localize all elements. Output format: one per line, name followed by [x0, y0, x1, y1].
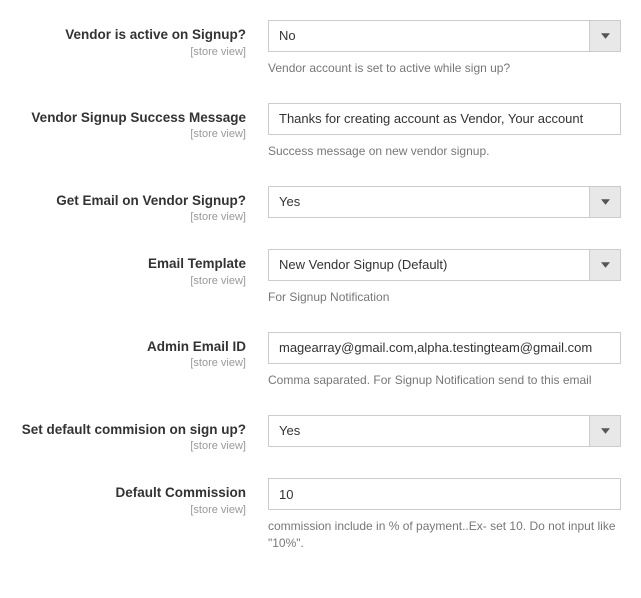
input-col: Yes: [268, 186, 621, 218]
field-get-email: Get Email on Vendor Signup? [store view]…: [20, 186, 621, 224]
chevron-down-icon: [589, 186, 621, 218]
label-col: Set default commision on sign up? [store…: [20, 415, 268, 453]
scope-label: [store view]: [20, 440, 246, 452]
help-text: commission include in % of payment..Ex- …: [268, 518, 621, 552]
select-value: Yes: [268, 415, 621, 447]
scope-label: [store view]: [20, 275, 246, 287]
input-col: Comma saparated. For Signup Notification…: [268, 332, 621, 389]
scope-label: [store view]: [20, 504, 246, 516]
help-text: Comma saparated. For Signup Notification…: [268, 372, 621, 389]
input-col: New Vendor Signup (Default) For Signup N…: [268, 249, 621, 306]
label-col: Vendor Signup Success Message [store vie…: [20, 103, 268, 141]
get-email-select[interactable]: Yes: [268, 186, 621, 218]
field-label: Vendor Signup Success Message: [20, 109, 246, 127]
select-value: No: [268, 20, 621, 52]
help-text: Success message on new vendor signup.: [268, 143, 621, 160]
field-label: Set default commision on sign up?: [20, 421, 246, 439]
field-admin-email: Admin Email ID [store view] Comma sapara…: [20, 332, 621, 389]
label-col: Get Email on Vendor Signup? [store view]: [20, 186, 268, 224]
field-email-template: Email Template [store view] New Vendor S…: [20, 249, 621, 306]
help-text: For Signup Notification: [268, 289, 621, 306]
field-default-commission-flag: Set default commision on sign up? [store…: [20, 415, 621, 453]
scope-label: [store view]: [20, 128, 246, 140]
select-value: Yes: [268, 186, 621, 218]
scope-label: [store view]: [20, 46, 246, 58]
scope-label: [store view]: [20, 211, 246, 223]
field-label: Admin Email ID: [20, 338, 246, 356]
field-success-message: Vendor Signup Success Message [store vie…: [20, 103, 621, 160]
label-col: Default Commission [store view]: [20, 478, 268, 516]
default-commission-input[interactable]: [268, 478, 621, 510]
help-text: Vendor account is set to active while si…: [268, 60, 621, 77]
chevron-down-icon: [589, 415, 621, 447]
field-vendor-active: Vendor is active on Signup? [store view]…: [20, 20, 621, 77]
input-col: Yes: [268, 415, 621, 447]
vendor-active-select[interactable]: No: [268, 20, 621, 52]
label-col: Admin Email ID [store view]: [20, 332, 268, 370]
label-col: Email Template [store view]: [20, 249, 268, 287]
label-col: Vendor is active on Signup? [store view]: [20, 20, 268, 58]
chevron-down-icon: [589, 20, 621, 52]
field-default-commission: Default Commission [store view] commissi…: [20, 478, 621, 552]
field-label: Get Email on Vendor Signup?: [20, 192, 246, 210]
email-template-select[interactable]: New Vendor Signup (Default): [268, 249, 621, 281]
field-label: Default Commission: [20, 484, 246, 502]
scope-label: [store view]: [20, 357, 246, 369]
success-message-input[interactable]: [268, 103, 621, 135]
admin-email-input[interactable]: [268, 332, 621, 364]
input-col: commission include in % of payment..Ex- …: [268, 478, 621, 552]
field-label: Email Template: [20, 255, 246, 273]
select-value: New Vendor Signup (Default): [268, 249, 621, 281]
field-label: Vendor is active on Signup?: [20, 26, 246, 44]
input-col: No Vendor account is set to active while…: [268, 20, 621, 77]
chevron-down-icon: [589, 249, 621, 281]
default-commission-flag-select[interactable]: Yes: [268, 415, 621, 447]
input-col: Success message on new vendor signup.: [268, 103, 621, 160]
